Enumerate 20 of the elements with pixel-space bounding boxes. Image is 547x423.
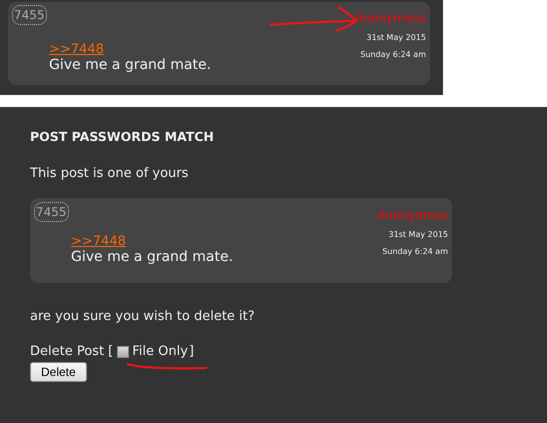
post-number: 7455 [34,202,69,222]
post-date: 31st May 2015 [388,230,448,239]
delete-button[interactable]: Delete [30,362,87,382]
author-name: Anonymous [377,208,448,222]
author-name: Anonymous [355,11,426,25]
post-time: Sunday 6:24 am [360,50,426,59]
confirm-question: are you sure you wish to delete it? [30,309,256,324]
post-date: 31st May 2015 [366,33,426,42]
reply-link[interactable]: >>7448 [71,234,126,249]
file-only-label: File Only [132,344,188,359]
dialog-note: This post is one of yours [30,166,190,181]
delete-post-label: Delete Post [ [30,344,114,359]
reply-link[interactable]: >>7448 [49,42,104,57]
post-time: Sunday 6:24 am [382,247,448,256]
post-number: 7455 [12,5,47,25]
post-message: Give me a grand mate. [49,57,212,73]
file-only-checkbox[interactable] [117,346,130,358]
post-message: Give me a grand mate. [71,249,234,265]
bracket: ] [188,344,194,359]
dialog-title: POST PASSWORDS MATCH [30,129,215,144]
